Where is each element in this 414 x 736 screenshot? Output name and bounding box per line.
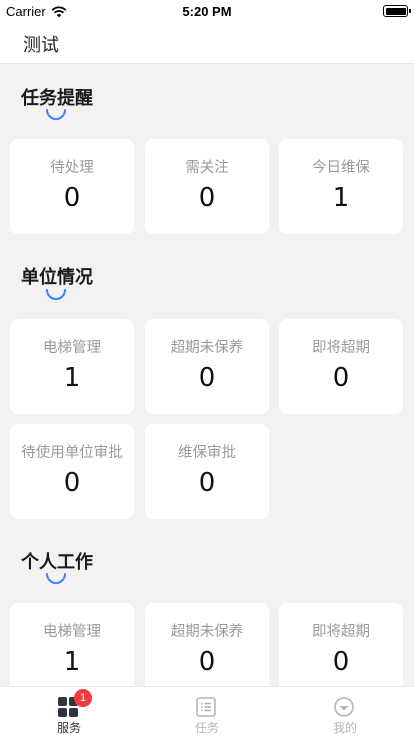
stat-card-overdue-maintenance[interactable]: 超期未保养 0 xyxy=(145,603,269,686)
stat-card-elevator-management[interactable]: 电梯管理 1 xyxy=(10,603,134,686)
stat-card-value: 0 xyxy=(332,647,350,677)
stat-card-value: 0 xyxy=(198,183,216,213)
status-bar: Carrier 5:20 PM xyxy=(0,0,414,22)
stat-card-label: 需关注 xyxy=(185,160,229,176)
tab-label: 服务 xyxy=(56,721,81,735)
navigation-bar: 测试 xyxy=(0,22,414,64)
stat-card-label: 即将超期 xyxy=(312,624,370,640)
stat-card-elevator-management[interactable]: 电梯管理 1 xyxy=(10,319,134,414)
stat-card-label: 待使用单位审批 xyxy=(21,445,123,461)
clock: 5:20 PM xyxy=(182,4,232,19)
stat-card-today-maintenance[interactable]: 今日维保 1 xyxy=(279,139,403,234)
battery-icon xyxy=(383,5,411,17)
stat-card-value: 0 xyxy=(63,468,81,498)
tab-label: 任务 xyxy=(194,721,219,735)
stat-card-label: 待处理 xyxy=(50,160,94,176)
stat-card-soon-overdue[interactable]: 即将超期 0 xyxy=(279,603,403,686)
notification-badge: 1 xyxy=(74,689,92,707)
stat-card-value: 0 xyxy=(198,363,216,393)
page-title: 测试 xyxy=(23,35,59,56)
stat-card-value: 1 xyxy=(63,363,81,393)
loading-spinner-icon xyxy=(46,573,66,584)
stat-card-value: 1 xyxy=(332,183,350,213)
main-content[interactable]: 任务提醒 待处理 0 需关注 0 今日维保 1 单位情况 电梯管理 1 超期未保… xyxy=(0,64,414,686)
loading-spinner-icon xyxy=(46,289,66,300)
tab-label: 我的 xyxy=(332,721,357,735)
stat-card-label: 电梯管理 xyxy=(43,624,101,640)
stat-card-attention[interactable]: 需关注 0 xyxy=(145,139,269,234)
stat-card-unit-approval[interactable]: 待使用单位审批 0 xyxy=(10,424,134,519)
stat-card-label: 维保审批 xyxy=(178,445,236,461)
tab-profile[interactable]: 我的 xyxy=(276,687,414,736)
list-icon xyxy=(196,697,216,717)
stat-card-label: 电梯管理 xyxy=(43,340,101,356)
stat-card-value: 0 xyxy=(63,183,81,213)
stat-card-value: 0 xyxy=(332,363,350,393)
loading-spinner-icon xyxy=(46,109,66,120)
stat-card-pending[interactable]: 待处理 0 xyxy=(10,139,134,234)
stat-card-label: 即将超期 xyxy=(312,340,370,356)
tab-bar: 1 服务 任务 我的 xyxy=(0,686,414,736)
stat-card-value: 0 xyxy=(198,468,216,498)
stat-card-maintenance-approval[interactable]: 维保审批 0 xyxy=(145,424,269,519)
profile-icon xyxy=(334,697,354,717)
stat-card-label: 今日维保 xyxy=(312,160,370,176)
stat-card-soon-overdue[interactable]: 即将超期 0 xyxy=(279,319,403,414)
tab-tasks[interactable]: 任务 xyxy=(138,687,276,736)
stat-card-value: 1 xyxy=(63,647,81,677)
tab-service[interactable]: 1 服务 xyxy=(0,687,138,736)
stat-card-value: 0 xyxy=(198,647,216,677)
stat-card-label: 超期未保养 xyxy=(170,624,244,640)
stat-card-overdue-maintenance[interactable]: 超期未保养 0 xyxy=(145,319,269,414)
stat-card-label: 超期未保养 xyxy=(170,340,244,356)
